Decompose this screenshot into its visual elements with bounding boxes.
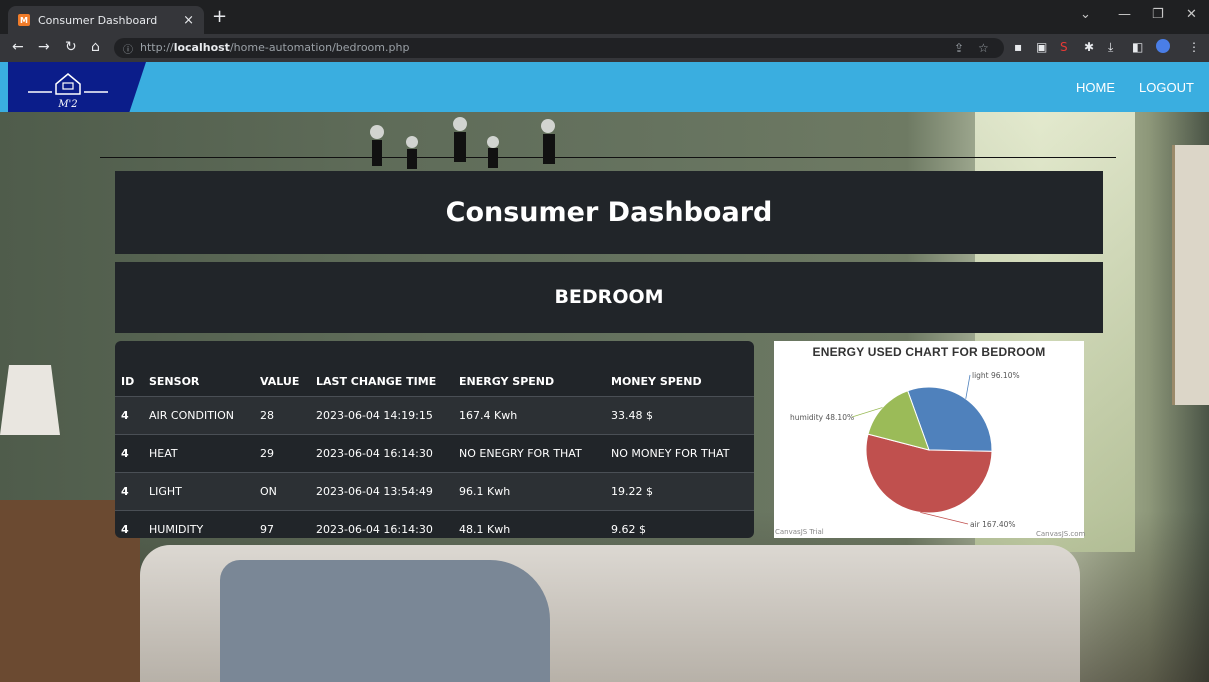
cell-value: 28 <box>254 396 310 435</box>
profile-avatar-icon[interactable] <box>1156 39 1170 53</box>
room-title-panel: BEDROOM <box>115 262 1103 333</box>
cell-energy: NO ENEGRY FOR THAT <box>453 434 605 473</box>
tab-search-icon[interactable]: ⌄ <box>1080 7 1091 22</box>
browser-tab[interactable]: M Consumer Dashboard × <box>8 6 204 34</box>
share-icon[interactable]: ⇪ <box>954 41 964 55</box>
close-tab-icon[interactable]: × <box>183 13 194 28</box>
cell-id: 4 <box>115 434 143 473</box>
cell-id: 4 <box>115 510 143 548</box>
pie-label-humidity: humidity 48.10% <box>790 413 854 422</box>
extension-screen-icon[interactable]: ▣ <box>1036 40 1047 54</box>
table-row: 4 HEAT 29 2023-06-04 16:14:30 NO ENEGRY … <box>115 434 754 473</box>
wall-picture-frame <box>1172 145 1209 405</box>
pie-chart-svg: light 96.10% air 167.40% humidity 48.10% <box>790 371 1020 529</box>
cell-money: NO MONEY FOR THAT <box>605 434 754 473</box>
energy-pie-chart: ENERGY USED CHART FOR BEDROOM light 96.1… <box>774 341 1085 538</box>
favicon-icon: M <box>18 14 30 26</box>
site-logo[interactable]: M'2 <box>8 62 146 112</box>
chart-credit-link[interactable]: CanvasJS.com <box>1036 530 1085 538</box>
room-title: BEDROOM <box>554 286 664 308</box>
restore-icon[interactable]: ❐ <box>1152 7 1164 22</box>
cell-sensor: HUMIDITY <box>143 510 254 548</box>
cell-energy: 96.1 Kwh <box>453 472 605 511</box>
window-close-icon[interactable]: ✕ <box>1186 7 1197 22</box>
column-header-id: ID <box>121 375 135 388</box>
pie-label-air: air 167.40% <box>970 520 1016 529</box>
reload-icon[interactable]: ↻ <box>65 39 77 55</box>
cell-sensor: AIR CONDITION <box>143 396 254 435</box>
cell-sensor: HEAT <box>143 434 254 473</box>
table-header-row: ID SENSOR VALUE LAST CHANGE TIME ENERGY … <box>115 341 754 397</box>
sensor-table-panel: ID SENSOR VALUE LAST CHANGE TIME ENERGY … <box>115 341 754 548</box>
forward-icon[interactable]: → <box>38 39 50 55</box>
pie-leader-line-light <box>965 374 971 399</box>
cell-time: 2023-06-04 14:19:15 <box>310 396 453 435</box>
browser-toolbar: ← → ↻ ⌂ ⓘ http://localhost/home-automati… <box>0 34 1209 62</box>
menu-kebab-icon[interactable]: ⋮ <box>1188 40 1200 54</box>
cell-energy: 167.4 Kwh <box>453 396 605 435</box>
extensions-puzzle-icon[interactable]: ✱ <box>1084 40 1094 54</box>
column-header-time: LAST CHANGE TIME <box>316 375 437 388</box>
pendant-lights-decoration <box>370 117 555 169</box>
sensor-table: ID SENSOR VALUE LAST CHANGE TIME ENERGY … <box>115 341 754 548</box>
download-icon[interactable]: ⤓ <box>1108 40 1113 55</box>
cell-money: 9.62 $ <box>605 510 754 548</box>
dashboard-title-panel: Consumer Dashboard <box>115 171 1103 254</box>
home-icon[interactable]: ⌂ <box>91 39 100 55</box>
blanket-background <box>220 560 550 682</box>
house-logo-icon: M'2 <box>28 73 108 110</box>
bookmark-star-icon[interactable]: ☆ <box>978 41 989 55</box>
side-panel-icon[interactable]: ◧ <box>1132 40 1143 54</box>
pie-leader-line-air <box>920 512 969 525</box>
lamp-background <box>0 365 60 435</box>
page-title: Consumer Dashboard <box>445 197 773 228</box>
address-bar[interactable]: ⓘ http://localhost/home-automation/bedro… <box>114 38 1004 58</box>
chart-credit-trial: CanvasJS Trial <box>775 528 824 536</box>
minimize-icon[interactable]: — <box>1118 7 1131 22</box>
cell-time: 2023-06-04 16:14:30 <box>310 510 453 548</box>
table-row: 4 LIGHT ON 2023-06-04 13:54:49 96.1 Kwh … <box>115 472 754 511</box>
cell-value: ON <box>254 472 310 511</box>
site-navbar <box>0 62 1209 112</box>
new-tab-button[interactable]: + <box>212 8 227 26</box>
pie-label-light: light 96.10% <box>972 371 1020 380</box>
column-header-energy: ENERGY SPEND <box>459 375 555 388</box>
cell-money: 33.48 $ <box>605 396 754 435</box>
cell-energy: 48.1 Kwh <box>453 510 605 548</box>
column-header-money: MONEY SPEND <box>611 375 702 388</box>
extension-red-icon[interactable]: S <box>1060 40 1068 54</box>
nav-logout-link[interactable]: LOGOUT <box>1139 80 1194 95</box>
cell-time: 2023-06-04 13:54:49 <box>310 472 453 511</box>
table-row: 4 HUMIDITY 97 2023-06-04 16:14:30 48.1 K… <box>115 510 754 548</box>
column-header-value: VALUE <box>260 375 300 388</box>
back-icon[interactable]: ← <box>12 39 24 55</box>
cell-value: 29 <box>254 434 310 473</box>
cell-value: 97 <box>254 510 310 548</box>
cell-id: 4 <box>115 396 143 435</box>
cell-sensor: LIGHT <box>143 472 254 511</box>
extension-icon[interactable]: ▪ <box>1014 40 1022 54</box>
table-row: 4 AIR CONDITION 28 2023-06-04 14:19:15 1… <box>115 396 754 435</box>
url-text: http://localhost/home-automation/bedroom… <box>140 41 410 54</box>
nav-home-link[interactable]: HOME <box>1076 80 1115 95</box>
site-info-icon[interactable]: ⓘ <box>123 41 133 56</box>
svg-text:M'2: M'2 <box>57 99 77 110</box>
divider <box>100 157 1116 158</box>
browser-tab-strip: M Consumer Dashboard × + ⌄ — ❐ ✕ <box>0 0 1209 34</box>
tab-title: Consumer Dashboard <box>38 13 158 27</box>
column-header-sensor: SENSOR <box>149 375 200 388</box>
cell-id: 4 <box>115 472 143 511</box>
cell-money: 19.22 $ <box>605 472 754 511</box>
cell-time: 2023-06-04 16:14:30 <box>310 434 453 473</box>
